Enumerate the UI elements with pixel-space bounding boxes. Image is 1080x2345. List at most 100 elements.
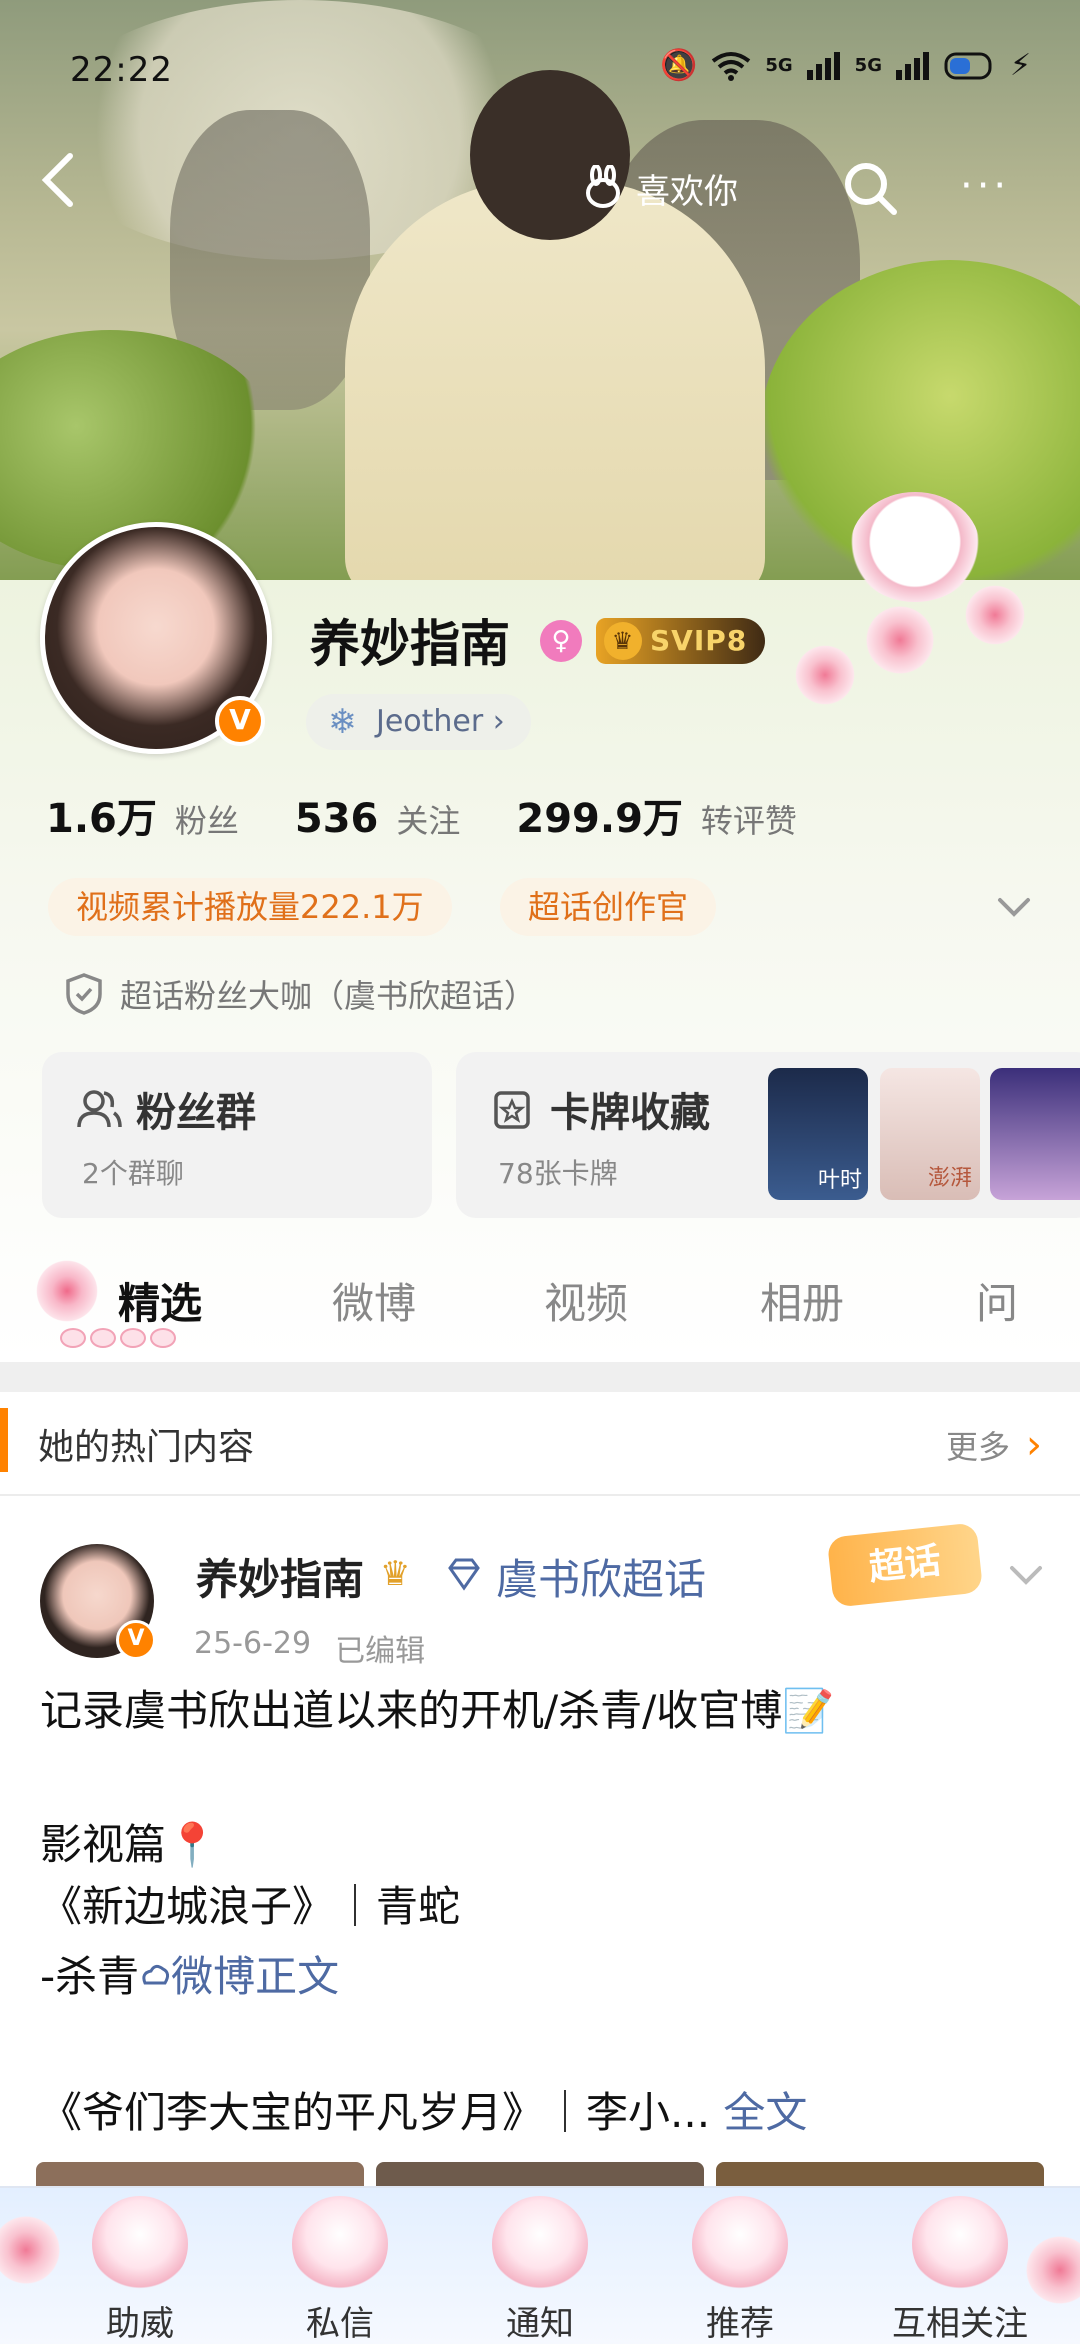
like-you-button[interactable]: 喜欢你	[580, 160, 738, 216]
bottom-label: 互相关注	[892, 2304, 1028, 2344]
bunny-follow-icon	[912, 2196, 1008, 2292]
hot-more-link[interactable]: 更多 ›	[946, 1422, 1042, 1468]
thumb-text: 澎湃	[927, 1166, 972, 1191]
bottom-label: 助威	[106, 2304, 174, 2344]
fan-group-card[interactable]: 粉丝群 2个群聊	[42, 1052, 432, 1218]
like-you-label: 喜欢你	[636, 171, 738, 212]
divider	[0, 1494, 1080, 1496]
stat-label: 转评赞	[700, 802, 797, 840]
stat-label: 粉丝	[174, 802, 239, 840]
weibo-link[interactable]: 微博正文	[139, 1946, 339, 2008]
blossom-decoration-icon	[860, 600, 940, 680]
post-line-row: -杀青 微博正文	[40, 1946, 1040, 2008]
tab-weibo[interactable]: 微博	[332, 1270, 416, 1331]
post-line: 《爷们李大宝的平凡岁月》｜李小...	[40, 2088, 711, 2137]
chaohua-badge[interactable]: 超话	[826, 1522, 984, 1608]
tab-album[interactable]: 相册	[760, 1270, 844, 1331]
post-line-row: 《爷们李大宝的平凡岁月》｜李小... 全文	[40, 2082, 1040, 2144]
card-title: 卡牌收藏	[550, 1090, 710, 1136]
back-button[interactable]	[36, 150, 96, 220]
mutual-follow-button[interactable]: 互相关注	[860, 2188, 1060, 2344]
verified-badge-icon: V	[116, 1620, 156, 1660]
section-divider	[0, 1362, 1080, 1392]
post-line: 记录虞书欣出道以来的开机/杀青/收官博📝	[40, 1686, 835, 1735]
post-topic-link[interactable]: 虞书欣超话	[496, 1546, 706, 1607]
post-menu-button[interactable]	[1006, 1554, 1046, 1594]
thumb-text: 叶时	[817, 1168, 862, 1193]
video-plays-chip[interactable]: 视频累计播放量222.1万	[48, 878, 452, 936]
profile-tabs: 精选 微博 视频 相册 问	[0, 1248, 1080, 1358]
card-subtitle: 78张卡牌	[498, 1157, 618, 1190]
post-date: 25-6-29	[194, 1626, 312, 1661]
collected-card-thumbnail[interactable]: 澎湃	[880, 1068, 980, 1200]
message-button[interactable]: 私信	[260, 2188, 420, 2344]
stat-number: 299.9万	[516, 796, 683, 842]
signal-icon	[806, 51, 840, 80]
bunny-notify-icon	[492, 2196, 588, 2292]
weibo-link-text: 微博正文	[171, 1952, 340, 2001]
fan-title-row[interactable]: 超话粉丝大咖（虞书欣超话）	[64, 966, 536, 1022]
bottom-label: 通知	[506, 2304, 574, 2344]
tab-qa[interactable]: 问	[976, 1270, 1018, 1331]
crown-icon: ♛	[380, 1554, 411, 1594]
stat-number: 536	[294, 796, 379, 842]
post-author[interactable]: 养妙指南	[196, 1546, 364, 1607]
post-line: 影视篇📍	[40, 1820, 219, 1869]
post-meta: 25-6-29 已编辑	[194, 1626, 425, 1670]
more-button[interactable]: ···	[960, 166, 1010, 206]
notify-button[interactable]: 通知	[460, 2188, 620, 2344]
bottom-label: 推荐	[706, 2304, 774, 2344]
diamond-icon	[446, 1556, 482, 1592]
group-icon	[77, 1090, 122, 1128]
link-icon	[142, 1964, 170, 1985]
battery-icon	[944, 52, 992, 79]
crown-icon: ♛	[604, 622, 642, 660]
chevron-down-icon	[1010, 1566, 1042, 1585]
search-icon	[845, 163, 897, 215]
signal-icon	[895, 51, 929, 80]
bottom-label: 私信	[306, 2304, 374, 2344]
status-icons: 🔕 5G 5G ⚡	[660, 48, 1031, 83]
card-title: 粉丝群	[136, 1090, 256, 1136]
profile-name: 养妙指南	[310, 615, 510, 673]
network-label: 5G	[765, 55, 793, 76]
blossom-decoration-icon	[960, 580, 1030, 650]
svip-badge[interactable]: ♛ SVIP8	[596, 618, 766, 664]
post-edited: 已编辑	[335, 1634, 426, 1669]
chevron-right-icon: ›	[1026, 1422, 1043, 1468]
network-label: 5G	[854, 55, 882, 76]
post-line: -杀青	[40, 1952, 140, 2001]
chevron-down-icon	[998, 898, 1030, 917]
profile-tagline[interactable]: ❄ Jeother ›	[306, 694, 531, 750]
bunny-message-icon	[292, 2196, 388, 2292]
full-text-link[interactable]: 全文	[723, 2088, 807, 2137]
stat-following[interactable]: 536 关注	[295, 796, 461, 842]
stat-number: 1.6万	[46, 796, 157, 842]
recommend-button[interactable]: 推荐	[660, 2188, 820, 2344]
collected-card-thumbnail[interactable]: 叶时	[768, 1068, 868, 1200]
post-line: 《新边城浪子》｜青蛇	[40, 1882, 461, 1931]
bunny-recommend-icon	[692, 2196, 788, 2292]
snowflake-icon: ❄	[328, 702, 357, 742]
wifi-icon	[712, 51, 751, 81]
creator-chip[interactable]: 超话创作官	[500, 878, 717, 936]
stat-followers[interactable]: 1.6万 粉丝	[46, 786, 239, 844]
expand-button[interactable]	[994, 886, 1034, 926]
section-accent	[0, 1408, 8, 1472]
bunny-icon	[586, 165, 620, 208]
bunny-sticker-icon	[850, 492, 980, 602]
svip-label: SVIP8	[650, 624, 748, 657]
chevron-left-icon	[41, 153, 73, 207]
profile-stats: 1.6万 粉丝 536 关注 299.9万 转评赞	[46, 786, 797, 844]
stat-reposts-likes[interactable]: 299.9万 转评赞	[516, 786, 797, 844]
fan-title-text: 超话粉丝大咖（虞书欣超话）	[120, 977, 537, 1015]
tab-video[interactable]: 视频	[544, 1270, 628, 1331]
blossom-decoration-icon	[790, 640, 860, 710]
collected-card-thumbnail[interactable]	[990, 1068, 1080, 1200]
card-collection-icon	[494, 1091, 530, 1129]
card-subtitle: 2个群聊	[82, 1157, 184, 1190]
cover-person	[345, 180, 765, 600]
cheer-button[interactable]: 助威	[60, 2188, 220, 2344]
search-button[interactable]	[840, 158, 900, 218]
tab-featured[interactable]: 精选	[118, 1270, 202, 1331]
